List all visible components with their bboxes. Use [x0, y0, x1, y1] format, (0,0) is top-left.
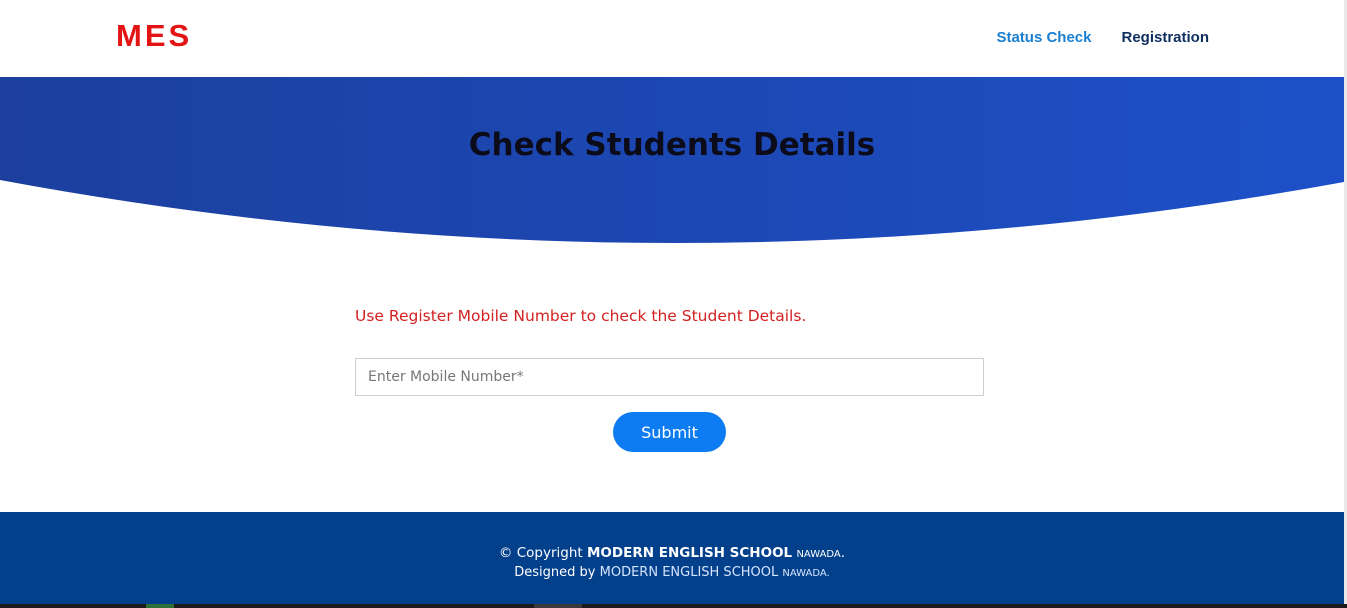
submit-button[interactable]: Submit — [613, 412, 726, 452]
designer-link[interactable]: MODERN ENGLISH SCHOOL NAWADA. — [600, 565, 830, 580]
os-taskbar-edge — [0, 604, 1347, 608]
copyright-line: © Copyright MODERN ENGLISH SCHOOL NAWADA… — [0, 544, 1344, 564]
mobile-number-input[interactable] — [355, 358, 984, 396]
designer-line: Designed by MODERN ENGLISH SCHOOL NAWADA… — [0, 564, 1344, 583]
page-title: Check Students Details — [468, 127, 876, 163]
copyright-location: NAWADA — [796, 549, 841, 560]
copyright-school-name: MODERN ENGLISH SCHOOL — [586, 545, 793, 561]
nav-status-check[interactable]: Status Check — [996, 29, 1091, 47]
copyright-end-punct: . — [840, 545, 846, 561]
designer-location: NAWADA. — [782, 568, 830, 579]
site-header: MES Status Check Registration — [0, 0, 1344, 77]
taskbar-app-indicator — [534, 604, 582, 608]
designer-name: MODERN ENGLISH SCHOOL — [599, 565, 779, 580]
main-nav: Status Check Registration — [996, 29, 1209, 47]
taskbar-app-indicator — [146, 604, 174, 608]
designed-by-label: Designed by — [514, 565, 596, 580]
hero-banner: Check Students Details — [0, 77, 1344, 247]
copyright-prefix: © Copyright — [498, 545, 583, 561]
site-logo[interactable]: MES — [116, 18, 192, 54]
site-footer: © Copyright MODERN ENGLISH SCHOOL NAWADA… — [0, 512, 1344, 604]
nav-registration[interactable]: Registration — [1121, 29, 1209, 47]
instruction-text: Use Register Mobile Number to check the … — [355, 307, 807, 325]
